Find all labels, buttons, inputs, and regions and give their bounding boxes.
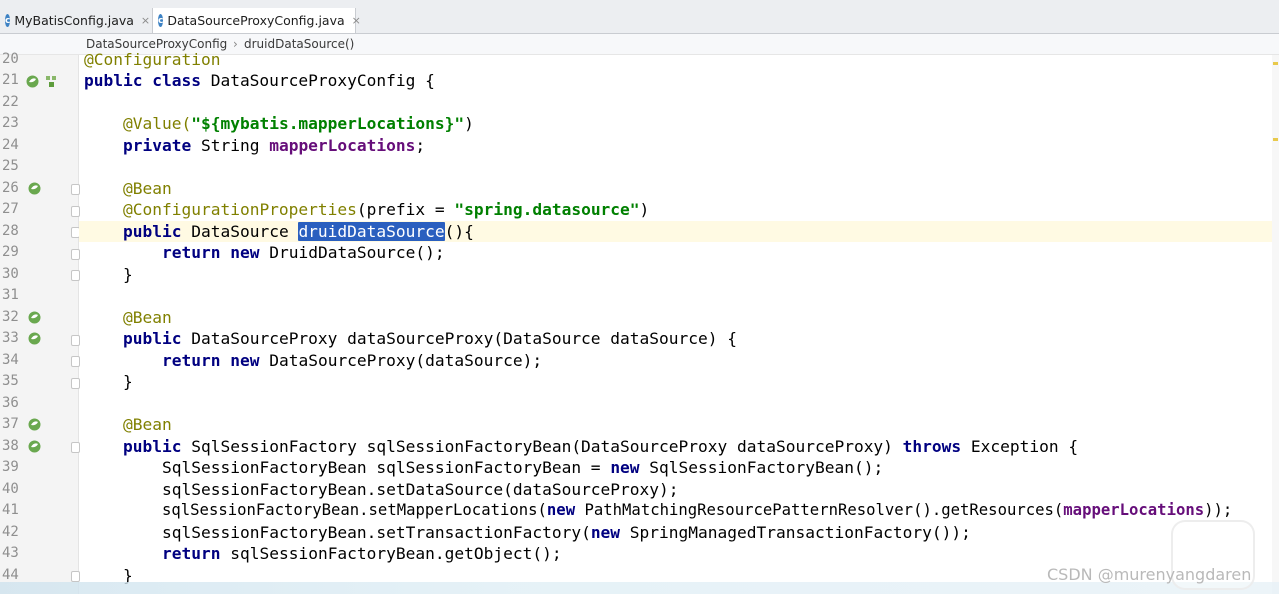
line-number: 23 bbox=[2, 115, 19, 131]
line-number: 27 bbox=[2, 201, 19, 217]
line-number: 32 bbox=[2, 309, 19, 325]
breadcrumb-separator: › bbox=[233, 37, 238, 51]
line-number: 29 bbox=[2, 244, 19, 260]
line-number: 26 bbox=[2, 180, 19, 196]
line-number: 37 bbox=[2, 416, 19, 432]
close-icon[interactable]: × bbox=[141, 14, 150, 27]
line-number: 28 bbox=[2, 223, 19, 239]
code-line-27: @ConfigurationProperties(prefix = "sprin… bbox=[123, 200, 650, 219]
editor-tab-bar: c MyBatisConfig.java × c DataSourceProxy… bbox=[0, 8, 1279, 34]
line-number: 43 bbox=[2, 545, 19, 561]
tab-label: DataSourceProxyConfig.java bbox=[167, 13, 345, 28]
tab-mybatisconfig[interactable]: c MyBatisConfig.java × bbox=[0, 8, 150, 33]
code-line-20: @Configuration bbox=[84, 50, 221, 69]
line-gutter: 20 21 22 23 24 25 26 27 28 29 30 31 32 3… bbox=[0, 51, 80, 594]
code-line-26: @Bean bbox=[123, 179, 172, 198]
code-editor[interactable]: @Configuration public class DataSourcePr… bbox=[79, 50, 1279, 594]
line-number: 41 bbox=[2, 502, 19, 518]
error-stripe[interactable] bbox=[1272, 55, 1279, 594]
line-number: 21 bbox=[2, 72, 19, 88]
code-line-34: return new DataSourceProxy(dataSource); bbox=[162, 351, 543, 370]
spring-bean-icon[interactable] bbox=[27, 181, 42, 196]
line-number: 44 bbox=[2, 567, 19, 583]
code-line-35: } bbox=[123, 372, 133, 391]
line-number: 39 bbox=[2, 459, 19, 475]
code-line-32: @Bean bbox=[123, 308, 172, 327]
warning-marker[interactable] bbox=[1273, 62, 1278, 65]
line-number: 30 bbox=[2, 266, 19, 282]
class-icon: c bbox=[5, 14, 11, 27]
breadcrumb-method[interactable]: druidDataSource() bbox=[244, 37, 354, 51]
class-icon: c bbox=[158, 14, 164, 27]
line-number: 42 bbox=[2, 524, 19, 540]
code-line-24: private String mapperLocations; bbox=[123, 136, 426, 155]
line-number: 25 bbox=[2, 158, 19, 174]
line-number: 35 bbox=[2, 373, 19, 389]
warning-marker[interactable] bbox=[1273, 138, 1278, 141]
line-number: 40 bbox=[2, 481, 19, 497]
code-line-23: @Value("${mybatis.mapperLocations}") bbox=[123, 114, 474, 133]
code-line-30: } bbox=[123, 265, 133, 284]
tab-label: MyBatisConfig.java bbox=[14, 13, 134, 28]
spring-bean-icon[interactable] bbox=[25, 74, 40, 89]
code-line-29: return new DruidDataSource(); bbox=[162, 243, 445, 262]
line-number: 20 bbox=[2, 51, 19, 67]
tab-datasourceproxyconfig[interactable]: c DataSourceProxyConfig.java × bbox=[152, 8, 361, 33]
line-number: 31 bbox=[2, 287, 19, 303]
selected-identifier[interactable]: druidDataSource bbox=[298, 222, 445, 241]
line-number: 22 bbox=[2, 94, 19, 110]
code-line-33: public DataSourceProxy dataSourceProxy(D… bbox=[123, 329, 737, 348]
line-number: 24 bbox=[2, 137, 19, 153]
spring-bean-icon[interactable] bbox=[27, 439, 42, 454]
code-line-40: sqlSessionFactoryBean.setDataSource(data… bbox=[162, 480, 679, 499]
code-line-42: sqlSessionFactoryBean.setTransactionFact… bbox=[162, 523, 971, 542]
code-line-28: public DataSource druidDataSource(){ bbox=[123, 222, 474, 241]
code-line-21: public class DataSourceProxyConfig { bbox=[84, 71, 435, 90]
close-icon[interactable]: × bbox=[352, 14, 361, 27]
line-number: 33 bbox=[2, 330, 19, 346]
watermark: CSDN @murenyangdaren bbox=[1047, 565, 1252, 584]
line-number: 34 bbox=[2, 352, 19, 368]
spring-bean-icon[interactable] bbox=[27, 417, 42, 432]
code-line-37: @Bean bbox=[123, 415, 172, 434]
line-number: 38 bbox=[2, 438, 19, 454]
code-line-43: return sqlSessionFactoryBean.getObject()… bbox=[162, 544, 562, 563]
code-line-39: SqlSessionFactoryBean sqlSessionFactoryB… bbox=[162, 458, 884, 477]
spring-config-icon[interactable] bbox=[44, 74, 59, 89]
code-line-38: public SqlSessionFactory sqlSessionFacto… bbox=[123, 437, 1079, 456]
code-line-41: sqlSessionFactoryBean.setMapperLocations… bbox=[162, 501, 1233, 519]
spring-bean-icon[interactable] bbox=[27, 310, 42, 325]
spring-bean-icon[interactable] bbox=[27, 331, 42, 346]
line-number: 36 bbox=[2, 395, 19, 411]
